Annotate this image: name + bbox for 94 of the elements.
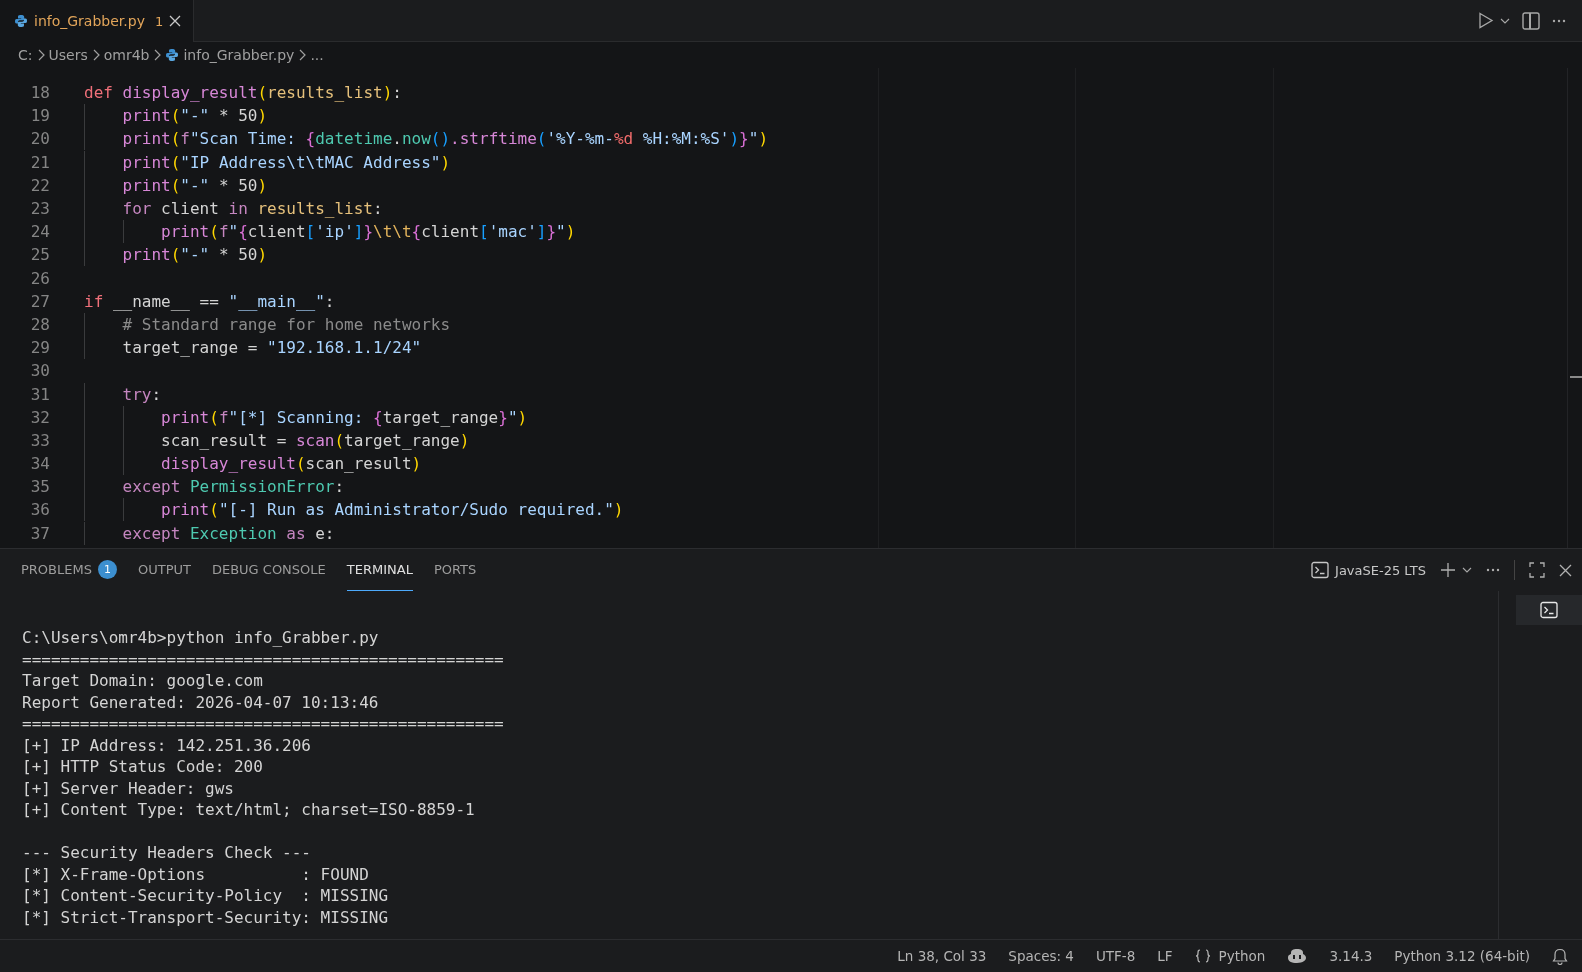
terminal-line: [+] IP Address: 142.251.36.206	[22, 734, 312, 756]
panel-tab[interactable]: TERMINAL	[346, 549, 413, 591]
line-number: 18	[29, 83, 50, 103]
line-number: 34	[29, 454, 50, 474]
breadcrumb-more[interactable]: ...	[310, 47, 324, 63]
run-icon[interactable]	[1478, 12, 1494, 29]
code-line: print(f"Scan Time: {datetime.now().strftime('%Y-%m-%d %H:%M:%S')}")	[84, 129, 769, 149]
panel-tab[interactable]: OUTPUT	[137, 549, 191, 591]
chevron-right-icon	[153, 49, 162, 61]
code-line: # Standard range for home networks	[84, 314, 451, 334]
terminal-line: [+] Server Header: gws	[22, 777, 235, 799]
python-file-icon	[165, 48, 180, 62]
braces-icon	[1194, 949, 1211, 963]
terminal-line: [+] Content Type: text/html; charset=ISO-8859-1	[22, 799, 476, 821]
line-number: 22	[29, 175, 50, 195]
chevron-right-icon	[298, 49, 307, 61]
line-number: 26	[29, 268, 50, 288]
terminal-profile[interactable]: JavaSE-25 LTS	[1335, 562, 1426, 578]
line-number: 33	[29, 430, 50, 450]
line-number: 30	[29, 361, 50, 381]
breadcrumb-item[interactable]: Users	[48, 47, 88, 63]
code-line: print("-" * 50)	[84, 175, 268, 195]
line-number: 24	[29, 222, 50, 242]
line-ending[interactable]: LF	[1157, 948, 1173, 964]
problem-count-badge: 1	[97, 560, 117, 579]
terminal-line: ==================================================	[22, 648, 505, 670]
code-line: print("-" * 50)	[84, 106, 268, 126]
code-line: print("-" * 50)	[84, 245, 268, 265]
close-icon[interactable]	[1559, 563, 1572, 577]
more-icon[interactable]	[1552, 18, 1566, 23]
language-mode[interactable]: Python	[1218, 948, 1266, 964]
line-number: 37	[29, 523, 50, 543]
terminal-line: Target Domain: google.com	[22, 670, 264, 692]
line-number: 21	[29, 152, 50, 172]
more-icon[interactable]	[1486, 568, 1500, 572]
breadcrumb-item[interactable]: C:	[18, 47, 33, 63]
line-number: 23	[29, 199, 50, 219]
terminal-icon[interactable]	[1540, 601, 1558, 619]
maximize-icon[interactable]	[1529, 562, 1545, 578]
problem-count: 1	[154, 13, 164, 29]
scrollbar[interactable]	[1567, 68, 1582, 548]
code-line: try:	[84, 384, 162, 404]
python-file-icon	[14, 14, 28, 28]
close-icon[interactable]	[169, 15, 182, 27]
chevron-down-icon[interactable]	[1462, 566, 1472, 574]
python-version[interactable]: 3.14.3	[1329, 948, 1373, 964]
code-line: scan_result = scan(target_range)	[84, 430, 470, 450]
encoding[interactable]: UTF-8	[1095, 948, 1136, 964]
code-line: print(f"{client['ip']}\t\t{client['mac']}")	[84, 222, 576, 242]
robot-icon[interactable]	[1287, 948, 1308, 964]
terminal-line: [*] X-Frame-Options : FOUND	[22, 863, 370, 885]
indentation[interactable]: Spaces: 4	[1008, 948, 1074, 964]
editor-tab[interactable]: info_Grabber.py 1	[0, 0, 195, 42]
line-number: 20	[29, 129, 50, 149]
breadcrumb-item[interactable]: omr4b	[103, 47, 150, 63]
panel-tab[interactable]: DEBUG CONSOLE	[211, 549, 326, 591]
code-line: for client in results_list:	[84, 199, 383, 219]
code-line: print(f"[*] Scanning: {target_range}")	[84, 407, 528, 427]
line-number: 29	[29, 338, 50, 358]
terminal-line: [*] Content-Security-Policy : MISSING	[22, 885, 390, 907]
terminal-line: [+] HTTP Status Code: 200	[22, 756, 264, 778]
interpreter[interactable]: Python 3.12 (64-bit)	[1394, 948, 1530, 964]
code-line: if __name__ == "__main__":	[84, 291, 335, 311]
chevron-down-icon[interactable]	[1500, 16, 1510, 25]
line-number: 36	[29, 500, 50, 520]
line-number: 35	[29, 477, 50, 497]
chevron-right-icon	[91, 49, 100, 61]
split-editor-icon[interactable]	[1522, 11, 1540, 30]
bell-icon[interactable]	[1552, 947, 1568, 965]
code-line: print("[-] Run as Administrator/Sudo required.")	[84, 500, 624, 520]
cursor-position[interactable]: Ln 38, Col 33	[897, 948, 987, 964]
line-number: 28	[29, 314, 50, 334]
panel-tab[interactable]: PORTS	[433, 549, 477, 591]
line-number: 27	[29, 291, 50, 311]
terminal-line: Report Generated: 2026-04-07 10:13:46	[22, 691, 380, 713]
chevron-right-icon	[36, 49, 45, 61]
code-line: except PermissionError:	[84, 477, 345, 497]
breadcrumb-item[interactable]: info_Grabber.py	[183, 47, 295, 63]
line-number: 25	[29, 245, 50, 265]
plus-icon[interactable]	[1440, 562, 1456, 578]
terminal-line: ==================================================	[22, 713, 505, 735]
terminal-line: C:\Users\omr4b>python info_Grabber.py	[22, 627, 380, 649]
terminal-line: --- Security Headers Check ---	[22, 842, 312, 864]
code-line: print("IP Address\t\tMAC Address")	[84, 152, 451, 172]
code-line: except Exception as e:	[84, 523, 335, 543]
line-number: 32	[29, 407, 50, 427]
line-number: 19	[29, 106, 50, 126]
terminal-line: [*] Strict-Transport-Security: MISSING	[22, 906, 390, 928]
line-number: 31	[29, 384, 50, 404]
panel-tab[interactable]: PROBLEMS 1	[21, 549, 117, 591]
code-line: display_result(scan_result)	[84, 454, 422, 474]
code-line: def display_result(results_list):	[84, 83, 402, 103]
terminal-icon[interactable]	[1311, 561, 1330, 579]
code-line: target_range = "192.168.1.1/24"	[84, 338, 422, 358]
